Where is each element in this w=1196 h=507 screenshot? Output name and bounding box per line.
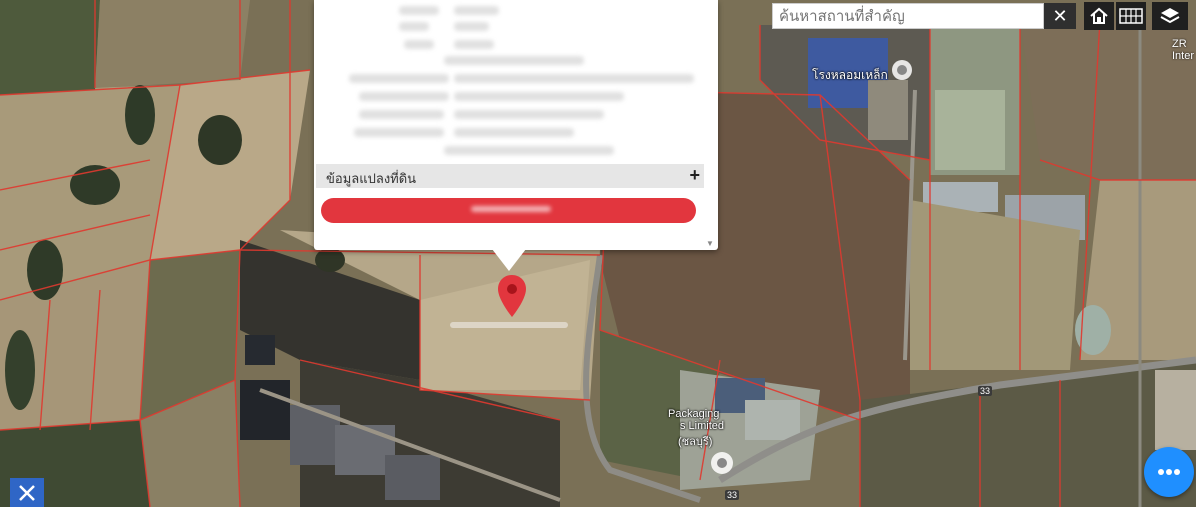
home-button[interactable] (1084, 2, 1114, 30)
blurred-text (454, 110, 604, 119)
grid-icon (1119, 8, 1143, 24)
map-corner-label: ZR Inter (1172, 38, 1195, 62)
blurred-text (454, 128, 574, 137)
blurred-text (454, 6, 499, 15)
blurred-text (349, 74, 449, 83)
poi-label-line: Packaging (668, 408, 720, 420)
popup-tail (492, 249, 526, 271)
search-clear-button[interactable]: ✕ (1044, 3, 1076, 29)
poi-label-line: (ชลบุรี) (678, 436, 713, 448)
road-number-label: 33 (978, 386, 993, 396)
parcel-info-section[interactable]: ข้อมูลแปลงที่ดิน + (316, 164, 704, 188)
search-input[interactable] (772, 3, 1044, 29)
blurred-text (359, 92, 449, 101)
blurred-text (454, 40, 494, 49)
pin-label-blurred (450, 322, 568, 328)
action-button[interactable] (321, 198, 696, 223)
parcel-info-label: ข้อมูลแปลงที่ดิน (326, 171, 417, 186)
blurred-text (454, 74, 694, 83)
more-dots-icon (1158, 469, 1180, 475)
road-number-label: 33 (725, 490, 740, 500)
home-icon (1090, 7, 1108, 24)
action-button-label (471, 206, 551, 212)
blurred-text (444, 146, 614, 155)
grid-button[interactable] (1116, 2, 1146, 30)
blurred-text (454, 92, 624, 101)
blurred-text (454, 22, 489, 31)
blurred-text (444, 56, 584, 65)
poi-label-line: s Limited (680, 420, 725, 432)
tools-button[interactable] (10, 478, 44, 507)
blurred-text (399, 22, 429, 31)
poi-label-packaging: Packaging s Limited (ชลบุรี) (668, 408, 724, 450)
blurred-text (354, 128, 444, 137)
poi-label-foundry: โรงหลอมเหล็ก (812, 68, 888, 82)
blurred-text (404, 40, 434, 49)
blurred-text (359, 110, 444, 119)
more-options-button[interactable] (1144, 447, 1194, 497)
expand-icon[interactable]: + (689, 165, 700, 186)
tools-icon (19, 484, 35, 501)
layers-button[interactable] (1152, 2, 1188, 30)
scroll-down-icon[interactable]: ▼ (706, 239, 714, 248)
layers-icon (1160, 8, 1180, 24)
blurred-text (399, 6, 439, 15)
location-pin-icon[interactable] (497, 274, 527, 318)
